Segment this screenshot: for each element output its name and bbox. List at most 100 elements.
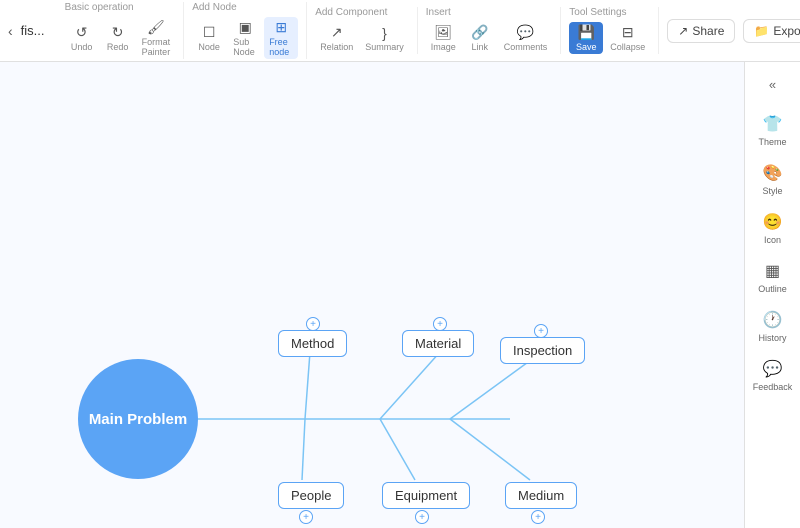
node-equipment[interactable]: Equipment: [382, 482, 470, 509]
export-label: Export: [773, 24, 800, 38]
component-buttons: ↗Relation }Summary: [315, 22, 409, 54]
node-inspection[interactable]: Inspection: [500, 337, 585, 364]
document-title: fis...: [21, 23, 53, 38]
main-problem-node[interactable]: Main Problem: [78, 359, 198, 479]
history-label: History: [758, 333, 786, 343]
group-label-basic: Basic operation: [65, 2, 134, 13]
free-node-button[interactable]: ⊞Free node: [264, 17, 298, 59]
format-painter-icon: 🖌: [147, 19, 165, 36]
toolbar-right: ↗ Share 📁 Export: [667, 19, 800, 43]
sub-node-button[interactable]: ▣Sub Node: [228, 17, 262, 59]
free-node-icon: ⊞: [275, 19, 287, 36]
image-button[interactable]: 🖼Image: [426, 22, 461, 54]
node-medium[interactable]: Medium: [505, 482, 577, 509]
node-label: Node: [198, 42, 220, 52]
tools-buttons: 💾Save ⊟Collapse: [569, 22, 650, 54]
history-icon: 🕐: [763, 310, 783, 330]
toolbar-group-addnode: Add Node ☐Node ▣Sub Node ⊞Free node: [192, 2, 307, 59]
collapse-label: Collapse: [610, 42, 645, 52]
plus-equipment[interactable]: +: [415, 510, 429, 524]
icon-label: Icon: [764, 235, 781, 245]
toolbar-group-tools: Tool Settings 💾Save ⊟Collapse: [569, 7, 659, 54]
panel-item-style[interactable]: 🎨 Style: [749, 155, 797, 204]
collapse-button[interactable]: ⊟Collapse: [605, 22, 650, 54]
link-label: Link: [471, 42, 488, 52]
node-people-label: People: [291, 488, 331, 503]
node-method-label: Method: [291, 336, 334, 351]
group-label-addnode: Add Node: [192, 2, 236, 13]
node-medium-label: Medium: [518, 488, 564, 503]
node-material[interactable]: Material: [402, 330, 474, 357]
save-icon: 💾: [578, 24, 595, 41]
free-node-label: Free node: [269, 37, 293, 57]
panel-item-theme[interactable]: 👕 Theme: [749, 106, 797, 155]
plus-inspection[interactable]: +: [534, 324, 548, 338]
redo-label: Redo: [107, 42, 129, 52]
save-button[interactable]: 💾Save: [569, 22, 603, 54]
save-label: Save: [576, 42, 597, 52]
node-people[interactable]: People: [278, 482, 344, 509]
toolbar-group-component: Add Component ↗Relation }Summary: [315, 7, 418, 54]
insert-buttons: 🖼Image 🔗Link 💬Comments: [426, 22, 553, 54]
group-label-insert: Insert: [426, 7, 451, 18]
undo-button[interactable]: ↺Undo: [65, 22, 99, 54]
sub-node-label: Sub Node: [233, 37, 257, 57]
icon-icon: 😊: [763, 212, 783, 232]
sub-node-icon: ▣: [239, 19, 252, 36]
summary-button[interactable]: }Summary: [360, 23, 409, 54]
theme-label: Theme: [758, 137, 786, 147]
undo-label: Undo: [71, 42, 93, 52]
group-label-component: Add Component: [315, 7, 387, 18]
node-equipment-label: Equipment: [395, 488, 457, 503]
right-panel: « 👕 Theme 🎨 Style 😊 Icon ▦ Outline 🕐 His…: [744, 62, 800, 528]
link-icon: 🔗: [471, 24, 488, 41]
panel-item-outline[interactable]: ▦ Outline: [749, 253, 797, 302]
summary-icon: }: [382, 25, 387, 41]
share-button[interactable]: ↗ Share: [667, 19, 735, 43]
panel-collapse-button[interactable]: «: [759, 70, 787, 98]
redo-icon: ↻: [112, 24, 124, 41]
node-button[interactable]: ☐Node: [192, 22, 226, 54]
comments-button[interactable]: 💬Comments: [499, 22, 553, 54]
panel-item-icon[interactable]: 😊 Icon: [749, 204, 797, 253]
feedback-icon: 💬: [763, 359, 783, 379]
redo-button[interactable]: ↻Redo: [101, 22, 135, 54]
plus-material[interactable]: +: [433, 317, 447, 331]
relation-button[interactable]: ↗Relation: [315, 22, 358, 54]
panel-item-history[interactable]: 🕐 History: [749, 302, 797, 351]
relation-icon: ↗: [331, 24, 343, 41]
toolbar: ‹ fis... Basic operation ↺Undo ↻Redo 🖌Fo…: [0, 0, 800, 62]
canvas[interactable]: Main Problem Method + Material + Inspect…: [0, 62, 744, 528]
style-label: Style: [762, 186, 782, 196]
style-icon: 🎨: [763, 163, 783, 183]
main-problem-label: Main Problem: [89, 411, 187, 428]
image-icon: 🖼: [434, 24, 452, 41]
format-painter-label: Format Painter: [142, 37, 171, 57]
collapse-icon: ⊟: [622, 24, 634, 41]
plus-medium[interactable]: +: [531, 510, 545, 524]
plus-people[interactable]: +: [299, 510, 313, 524]
panel-item-feedback[interactable]: 💬 Feedback: [749, 351, 797, 400]
relation-label: Relation: [320, 42, 353, 52]
feedback-label: Feedback: [753, 382, 793, 392]
share-label: Share: [692, 24, 724, 38]
summary-label: Summary: [365, 42, 404, 52]
toolbar-group-insert: Insert 🖼Image 🔗Link 💬Comments: [426, 7, 562, 54]
image-label: Image: [431, 42, 456, 52]
addnode-buttons: ☐Node ▣Sub Node ⊞Free node: [192, 17, 298, 59]
share-icon: ↗: [678, 24, 688, 38]
back-button[interactable]: ‹: [8, 19, 13, 43]
format-painter-button[interactable]: 🖌Format Painter: [137, 17, 176, 59]
export-button[interactable]: 📁 Export: [743, 19, 800, 43]
link-button[interactable]: 🔗Link: [463, 22, 497, 54]
comments-icon: 💬: [517, 24, 534, 41]
undo-icon: ↺: [76, 24, 88, 41]
plus-method[interactable]: +: [306, 317, 320, 331]
node-inspection-label: Inspection: [513, 343, 572, 358]
node-method[interactable]: Method: [278, 330, 347, 357]
outline-icon: ▦: [765, 261, 780, 281]
comments-label: Comments: [504, 42, 548, 52]
theme-icon: 👕: [763, 114, 783, 134]
node-icon: ☐: [203, 24, 216, 41]
basic-buttons: ↺Undo ↻Redo 🖌Format Painter: [65, 17, 176, 59]
